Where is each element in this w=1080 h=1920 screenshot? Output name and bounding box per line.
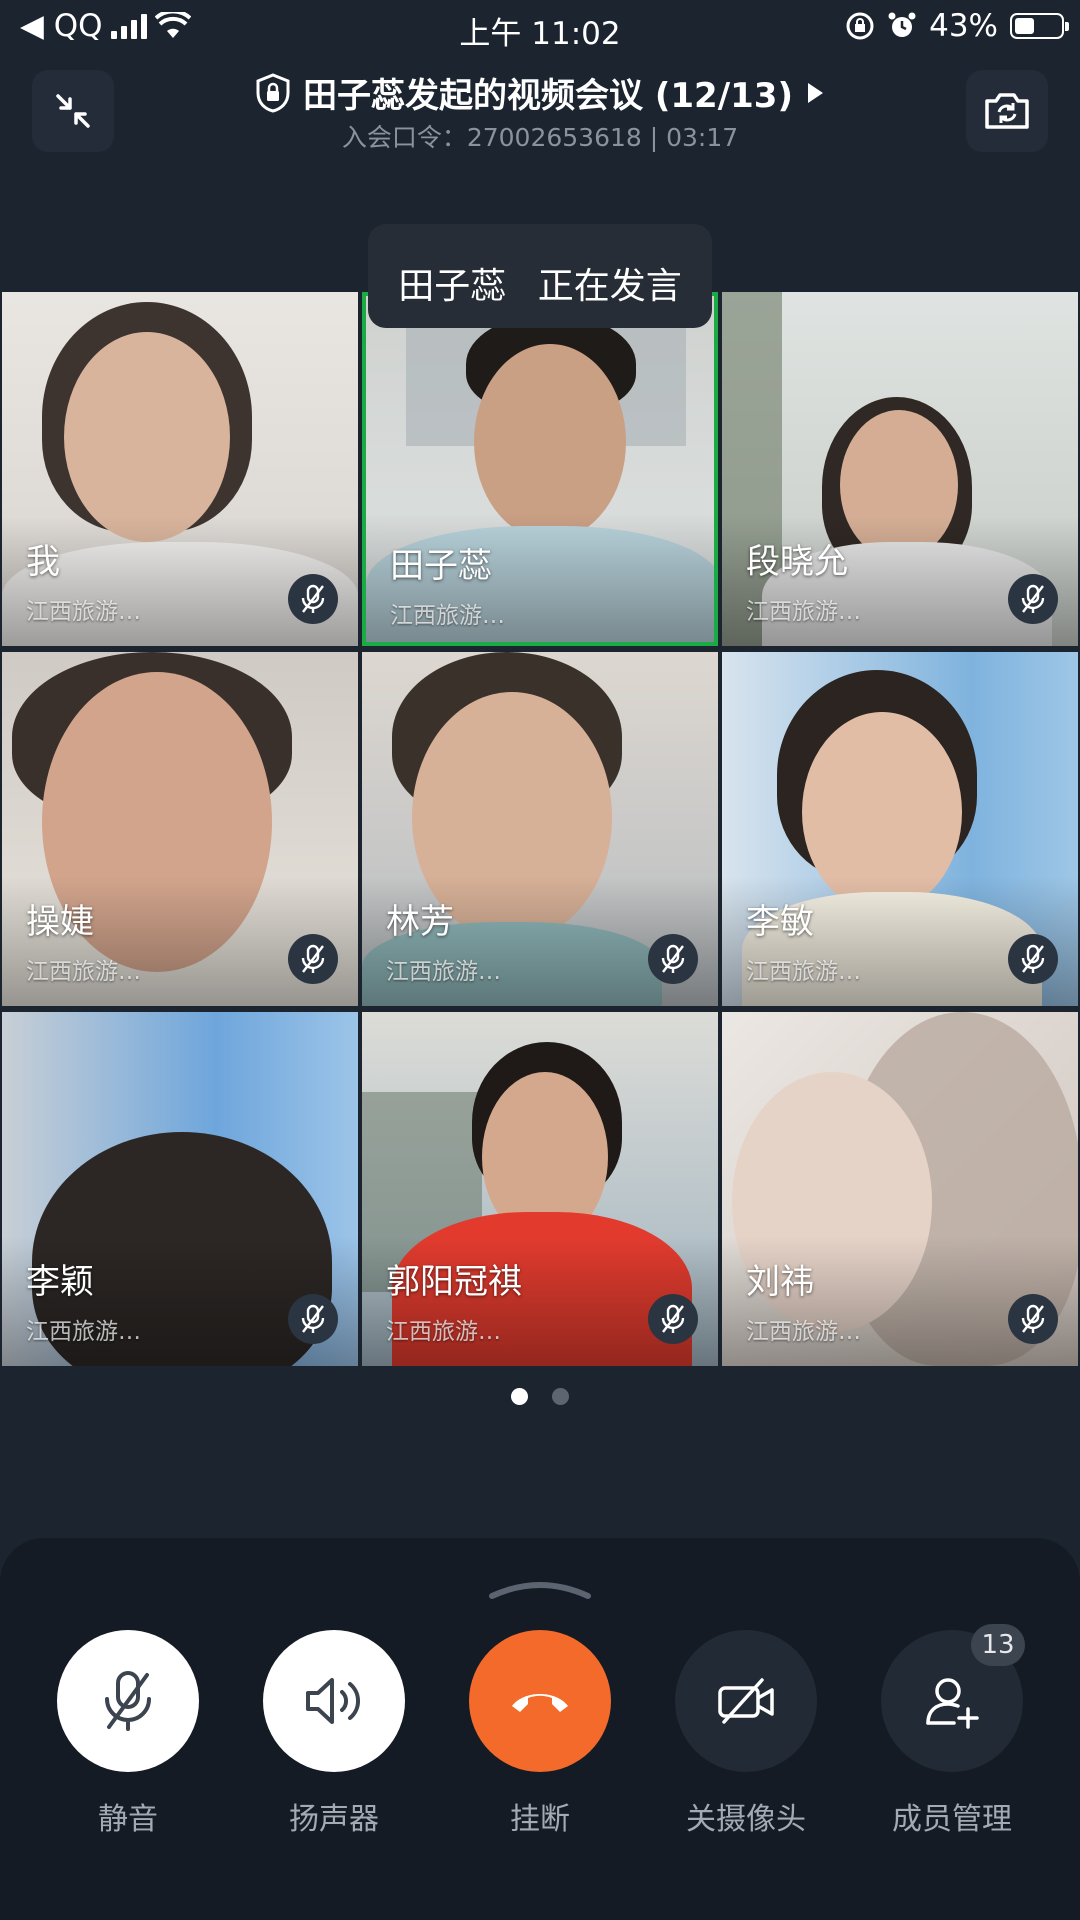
page-indicator[interactable]	[0, 1388, 1080, 1405]
member-management-circle[interactable]: 13	[881, 1624, 1025, 1772]
hangup-circle[interactable]	[469, 1630, 611, 1772]
mic-muted-icon	[288, 574, 338, 624]
member-count-badge: 13	[971, 1624, 1025, 1666]
participant-tile-active-speaker[interactable]: 田子蕊 江西旅游…	[362, 292, 718, 646]
mute-button[interactable]: 静音	[57, 1630, 199, 1838]
video-grid: 我 江西旅游… 田子蕊 江西旅游… 段晓允 江西旅游… 操婕 江西旅游… 林芳 …	[0, 292, 1080, 1366]
participant-tile[interactable]: 李敏 江西旅游…	[722, 652, 1078, 1006]
participant-name: 李颖	[26, 1262, 94, 1302]
alarm-icon	[888, 12, 916, 37]
mic-off-icon	[105, 1671, 151, 1731]
participant-tile[interactable]: 我 江西旅游…	[2, 292, 358, 646]
battery-percent: 43%	[929, 8, 998, 44]
shield-lock-icon	[256, 72, 290, 113]
participant-tile[interactable]: 林芳 江西旅游…	[362, 652, 718, 1006]
camera-off-button[interactable]: 关摄像头	[675, 1630, 817, 1838]
mic-muted-icon	[1008, 1294, 1058, 1344]
participant-org: 江西旅游…	[26, 1319, 141, 1345]
participant-org: 江西旅游…	[746, 1319, 861, 1345]
participant-name: 林芳	[386, 902, 454, 942]
camera-switch-icon	[985, 93, 1029, 129]
mic-muted-icon	[288, 1294, 338, 1344]
switch-camera-button[interactable]	[966, 70, 1048, 152]
status-right: 43%	[845, 8, 1069, 44]
mute-circle[interactable]	[57, 1630, 199, 1772]
meeting-title[interactable]: 田子蕊发起的视频会议 (12/13)	[0, 68, 1080, 122]
speaker-label: 扬声器	[289, 1802, 379, 1837]
participant-org: 江西旅游…	[746, 959, 861, 985]
mic-muted-icon	[648, 934, 698, 984]
mic-muted-icon	[1008, 934, 1058, 984]
participant-org: 江西旅游…	[26, 599, 141, 625]
active-speaker-banner: 田子蕊 正在发言	[368, 224, 712, 328]
rotation-lock-icon	[846, 12, 874, 40]
member-management-label: 成员管理	[892, 1802, 1012, 1837]
mic-muted-icon	[648, 1294, 698, 1344]
participant-tile[interactable]: 段晓允 江西旅游…	[722, 292, 1078, 646]
play-triangle-icon	[807, 82, 823, 103]
participant-tile[interactable]: 李颖 江西旅游…	[2, 1012, 358, 1366]
participant-org: 江西旅游…	[746, 599, 861, 625]
participant-name: 刘祎	[746, 1262, 814, 1302]
participant-org: 江西旅游…	[26, 959, 141, 985]
battery-icon	[1010, 13, 1069, 39]
speaker-status: 正在发言	[537, 266, 682, 307]
participant-name: 操婕	[26, 902, 94, 942]
camera-off-icon	[718, 1678, 774, 1724]
speaker-name: 田子蕊	[398, 266, 507, 307]
participant-name: 郭阳冠祺	[386, 1262, 522, 1302]
participant-name: 田子蕊	[390, 546, 492, 586]
hangup-label: 挂断	[510, 1802, 570, 1837]
participant-name: 我	[26, 542, 60, 582]
speaker-button[interactable]: 扬声器	[263, 1630, 405, 1838]
participant-tile[interactable]: 郭阳冠祺 江西旅游…	[362, 1012, 718, 1366]
status-bar: ◀ QQ 上午 11:02 43%	[0, 0, 1080, 54]
member-management-button[interactable]: 13 成员管理	[881, 1624, 1025, 1838]
page-dot-current[interactable]	[511, 1388, 528, 1405]
control-panel: 静音 扬声器 挂断 关摄像头 13 成员管理	[0, 1538, 1080, 1920]
camera-off-circle[interactable]	[675, 1630, 817, 1772]
participant-org: 江西旅游…	[386, 1319, 501, 1345]
battery-level-fill	[1015, 18, 1034, 34]
participant-tile[interactable]: 刘祎 江西旅游…	[722, 1012, 1078, 1366]
participant-name: 李敏	[746, 902, 814, 942]
speaker-icon	[306, 1678, 361, 1724]
meeting-title-text: 田子蕊发起的视频会议 (12/13)	[303, 76, 793, 116]
mic-muted-icon	[288, 934, 338, 984]
hangup-button[interactable]: 挂断	[469, 1630, 611, 1838]
participant-name: 段晓允	[746, 542, 848, 582]
participant-org: 江西旅游…	[390, 603, 505, 629]
meeting-code: 入会口令：27002653618 | 03:17	[341, 123, 739, 152]
camera-off-label: 关摄像头	[686, 1802, 806, 1837]
participant-org: 江西旅游…	[386, 959, 501, 985]
participant-tile[interactable]: 操婕 江西旅游…	[2, 652, 358, 1006]
speaker-circle[interactable]	[263, 1630, 405, 1772]
expand-handle-icon[interactable]	[488, 1578, 592, 1600]
hangup-phone-icon	[512, 1694, 568, 1712]
mute-label: 静音	[98, 1802, 158, 1837]
add-member-icon	[926, 1678, 979, 1729]
page-dot[interactable]	[552, 1388, 569, 1405]
mic-muted-icon	[1008, 574, 1058, 624]
